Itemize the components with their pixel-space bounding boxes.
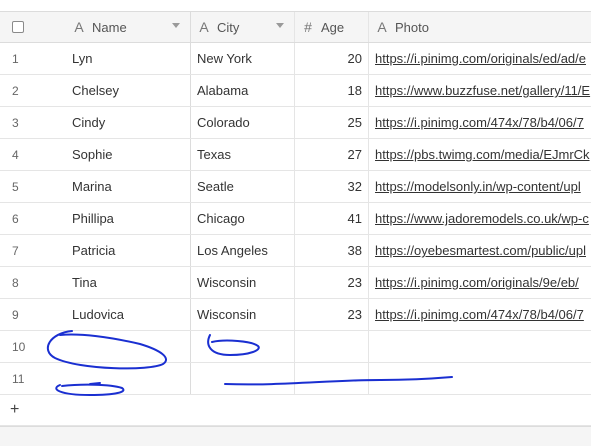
city-cell[interactable]: Seatle [191,171,294,202]
table-row[interactable]: 8 Tina Wisconsin 23 https://i.pinimg.com/ori… [0,267,591,299]
column-header-city[interactable]: A City [191,12,294,42]
table-row[interactable]: 1 Lyn New York 20 https://i.pinimg.com/origi… [0,43,591,75]
age-cell[interactable]: 25 [294,107,369,138]
name-cell[interactable]: Cindy [62,107,191,138]
name-cell[interactable] [62,363,191,394]
city-cell[interactable] [191,363,294,394]
table-row[interactable]: 9 Ludovica Wisconsin 23 https://i.pinimg.com… [0,299,591,331]
photo-cell[interactable] [369,331,591,362]
photo-url-link[interactable]: https://i.pinimg.com/474x/78/b4/06/7 [375,307,584,322]
age-cell[interactable] [294,331,369,362]
name-cell[interactable]: Patricia [62,235,191,266]
city-cell[interactable]: New York [191,43,294,74]
row-number-cell[interactable]: 7 [0,235,62,266]
age-cell[interactable]: 38 [294,235,369,266]
age-cell[interactable]: 18 [294,75,369,106]
select-all-checkbox[interactable] [12,21,24,33]
city-cell[interactable]: Wisconsin [191,299,294,330]
row-number-cell[interactable]: 6 [0,203,62,234]
row-number-cell[interactable]: 1 [0,43,62,74]
city-cell[interactable] [191,331,294,362]
city-cell[interactable]: Alabama [191,75,294,106]
photo-cell[interactable]: https://i.pinimg.com/originals/ed/ad/e [369,43,591,74]
name-cell[interactable]: Marina [62,171,191,202]
photo-url-link[interactable]: https://www.buzzfuse.net/gallery/11/E [375,83,590,98]
photo-cell[interactable]: https://www.buzzfuse.net/gallery/11/E [369,75,591,106]
city-cell[interactable]: Los Angeles [191,235,294,266]
text-field-icon: A [199,19,209,35]
photo-cell[interactable]: https://i.pinimg.com/474x/78/b4/06/7 [369,107,591,138]
number-field-icon: # [304,19,312,35]
photo-url-link[interactable]: https://i.pinimg.com/originals/9e/eb/ [375,275,579,290]
city-cell[interactable]: Colorado [191,107,294,138]
row-number-cell[interactable]: 10 [0,331,62,362]
age-cell[interactable]: 41 [294,203,369,234]
column-header-name[interactable]: A Name [62,12,191,42]
age-cell[interactable] [294,363,369,394]
photo-cell[interactable]: https://oyebesmartest.com/public/upl [369,235,591,266]
table-row[interactable]: 3 Cindy Colorado 25 https://i.pinimg.com/474… [0,107,591,139]
photo-url-link[interactable]: https://i.pinimg.com/474x/78/b4/06/7 [375,115,584,130]
city-cell[interactable]: Wisconsin [191,267,294,298]
data-grid: A Name A City # Age A Photo 1 Lyn New York… [0,0,591,446]
name-cell[interactable]: Sophie [62,139,191,170]
table-row[interactable]: 4 Sophie Texas 27 https://pbs.twimg.com/medi… [0,139,591,171]
row-number-cell[interactable]: 8 [0,267,62,298]
column-header-age[interactable]: # Age [294,12,369,42]
age-cell[interactable]: 27 [294,139,369,170]
name-cell[interactable]: Phillipa [62,203,191,234]
city-cell[interactable]: Chicago [191,203,294,234]
age-cell[interactable]: 20 [294,43,369,74]
row-number-cell[interactable]: 5 [0,171,62,202]
photo-url-link[interactable]: https://modelsonly.in/wp-content/upl [375,179,581,194]
column-header-photo[interactable]: A Photo [369,12,591,42]
photo-cell[interactable] [369,363,591,394]
table-row[interactable]: 2 Chelsey Alabama 18 https://www.buzzfuse.ne… [0,75,591,107]
column-header-label: City [217,19,240,35]
text-field-icon: A [377,19,387,35]
age-cell[interactable]: 23 [294,267,369,298]
age-cell[interactable]: 32 [294,171,369,202]
row-number-cell[interactable]: 4 [0,139,62,170]
column-header-label: Name [92,19,127,35]
name-cell[interactable] [62,331,191,362]
photo-cell[interactable]: https://i.pinimg.com/474x/78/b4/06/7 [369,299,591,330]
age-cell[interactable]: 23 [294,299,369,330]
photo-cell[interactable]: https://pbs.twimg.com/media/EJmrCk [369,139,591,170]
row-number-cell[interactable]: 2 [0,75,62,106]
table-row[interactable]: 5 Marina Seatle 32 https://modelsonly.in/wp-… [0,171,591,203]
add-row-button[interactable]: + [10,401,19,419]
name-cell[interactable]: Ludovica [62,299,191,330]
name-cell[interactable]: Lyn [62,43,191,74]
photo-cell[interactable]: https://www.jadoremodels.co.uk/wp-c [369,203,591,234]
table-row[interactable]: 10 [0,331,591,363]
chevron-down-icon[interactable] [172,23,180,28]
table-row[interactable]: 7 Patricia Los Angeles 38 https://oyebesmart… [0,235,591,267]
name-cell[interactable]: Chelsey [62,75,191,106]
photo-url-link[interactable]: https://oyebesmartest.com/public/upl [375,243,586,258]
row-number-cell[interactable]: 3 [0,107,62,138]
table-row[interactable]: 6 Phillipa Chicago 41 https://www.jadoremode… [0,203,591,235]
column-header-label: Age [321,19,345,35]
city-cell[interactable]: Texas [191,139,294,170]
photo-url-link[interactable]: https://pbs.twimg.com/media/EJmrCk [375,147,590,162]
header-row: A Name A City # Age A Photo [0,11,591,43]
photo-url-link[interactable]: https://i.pinimg.com/originals/ed/ad/e [375,51,586,66]
grid-footer [0,426,591,446]
photo-cell[interactable]: https://i.pinimg.com/originals/9e/eb/ [369,267,591,298]
select-all-cell[interactable] [0,12,62,42]
chevron-down-icon[interactable] [276,23,284,28]
add-row[interactable]: + [0,395,591,426]
text-field-icon: A [74,19,84,35]
row-number-cell[interactable]: 11 [0,363,62,394]
row-number-cell[interactable]: 9 [0,299,62,330]
name-cell[interactable]: Tina [62,267,191,298]
table-row[interactable]: 11 [0,363,591,395]
photo-cell[interactable]: https://modelsonly.in/wp-content/upl [369,171,591,202]
photo-url-link[interactable]: https://www.jadoremodels.co.uk/wp-c [375,211,589,226]
column-header-label: Photo [395,19,429,35]
